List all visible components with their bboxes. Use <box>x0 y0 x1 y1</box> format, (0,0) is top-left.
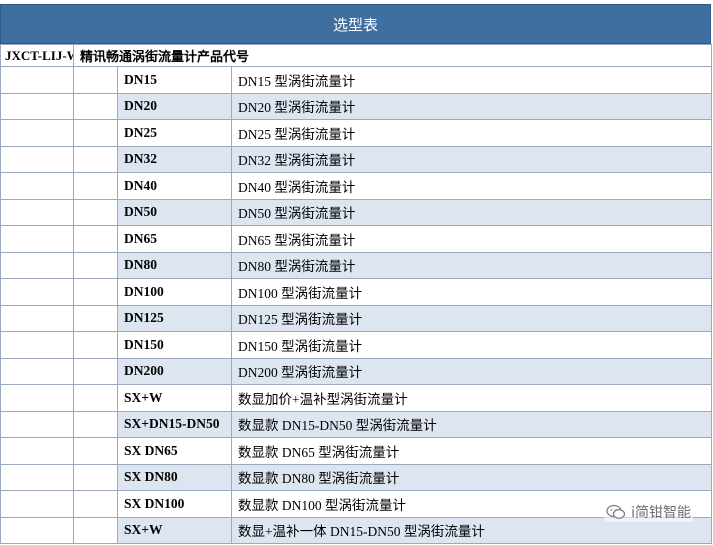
product-desc-cell: 数显加价+温补型涡街流量计 <box>231 384 712 412</box>
blank-cell <box>0 251 74 279</box>
blank-cell <box>73 490 118 518</box>
blank-cell <box>0 119 74 147</box>
product-code-cell: DN65 <box>117 225 232 253</box>
table-row: DN125 DN125 型涡街流量计 <box>0 304 712 332</box>
product-desc-cell: DN25 型涡街流量计 <box>231 119 712 147</box>
blank-cell <box>0 384 74 412</box>
product-code-cell: DN125 <box>117 304 232 332</box>
blank-cell <box>73 278 118 306</box>
product-code-cell: DN80 <box>117 251 232 279</box>
product-desc-cell: DN32 型涡街流量计 <box>231 145 712 173</box>
table-row: DN65 DN65 型涡街流量计 <box>0 225 712 253</box>
blank-cell <box>0 516 74 544</box>
product-desc-cell: 数显款 DN15-DN50 型涡街流量计 <box>231 410 712 438</box>
blank-cell <box>73 437 118 465</box>
product-desc-cell: DN40 型涡街流量计 <box>231 172 712 200</box>
blank-cell <box>0 66 74 94</box>
table-row: SX DN80 数显款 DN80 型涡街流量计 <box>0 463 712 491</box>
wechat-icon <box>606 504 626 519</box>
table-row: DN25 DN25 型涡街流量计 <box>0 119 712 147</box>
table-row: DN40 DN40 型涡街流量计 <box>0 172 712 200</box>
selection-table: JXCT-LIJ-WJ 精讯畅通涡街流量计产品代号 DN15DN15 型涡街流量… <box>0 44 712 544</box>
blank-cell <box>0 304 74 332</box>
blank-cell <box>73 516 118 544</box>
table-row: DN80 DN80 型涡街流量计 <box>0 251 712 279</box>
product-desc-cell: DN15 型涡街流量计 <box>231 66 712 94</box>
table-row: SX DN65 数显款 DN65 型涡街流量计 <box>0 437 712 465</box>
table-row: DN200 DN200 型涡街流量计 <box>0 357 712 385</box>
product-code-cell: DN32 <box>117 145 232 173</box>
blank-cell <box>0 172 74 200</box>
blank-cell <box>73 198 118 226</box>
product-code-cell: DN50 <box>117 198 232 226</box>
product-code-cell: DN100 <box>117 278 232 306</box>
table-row: DN20 DN20 型涡街流量计 <box>0 92 712 120</box>
product-code-cell: SX+W <box>117 384 232 412</box>
product-desc-cell: DN200 型涡街流量计 <box>231 357 712 385</box>
blank-cell <box>0 490 74 518</box>
product-code-cell: SX+DN15-DN50 <box>117 410 232 438</box>
product-desc-cell: DN65 型涡街流量计 <box>231 225 712 253</box>
blank-cell <box>0 463 74 491</box>
product-code-cell: DN200 <box>117 357 232 385</box>
blank-cell <box>73 331 118 359</box>
product-code-cell: SX DN65 <box>117 437 232 465</box>
product-desc-cell: 数显款 DN65 型涡街流量计 <box>231 437 712 465</box>
table-row: DN32 DN32 型涡街流量计 <box>0 145 712 173</box>
blank-cell <box>73 225 118 253</box>
blank-cell <box>0 198 74 226</box>
product-code-cell: DN20 <box>117 92 232 120</box>
blank-cell <box>73 384 118 412</box>
product-code-cell: DN15 <box>117 66 232 94</box>
product-code-cell: DN150 <box>117 331 232 359</box>
product-code-cell: SX+W <box>117 516 232 544</box>
blank-cell <box>0 410 74 438</box>
table-row: SX+W 数显加价+温补型涡街流量计 <box>0 384 712 412</box>
blank-cell <box>73 92 118 120</box>
product-desc-cell: DN80 型涡街流量计 <box>231 251 712 279</box>
blank-cell <box>73 172 118 200</box>
table-row: DN15 DN15 型涡街流量计 <box>0 66 712 94</box>
blank-cell <box>0 331 74 359</box>
blank-cell <box>73 66 118 94</box>
product-desc-cell: DN50 型涡街流量计 <box>231 198 712 226</box>
blank-cell <box>73 410 118 438</box>
product-code-cell: DN40 <box>117 172 232 200</box>
product-desc-cell: 数显款 DN80 型涡街流量计 <box>231 463 712 491</box>
selection-table-page: 选型表 JXCT-LIJ-WJ 精讯畅通涡街流量计产品代号 DN15DN15 型… <box>0 0 713 545</box>
blank-cell <box>73 119 118 147</box>
blank-cell <box>73 357 118 385</box>
blank-cell <box>0 278 74 306</box>
code-title-cell: 精讯畅通涡街流量计产品代号 <box>73 44 712 67</box>
product-desc-cell: DN150 型涡街流量计 <box>231 331 712 359</box>
blank-cell <box>73 145 118 173</box>
blank-cell <box>73 463 118 491</box>
blank-cell <box>0 225 74 253</box>
blank-cell <box>73 251 118 279</box>
blank-cell <box>0 437 74 465</box>
blank-cell <box>0 92 74 120</box>
table-header-row: JXCT-LIJ-WJ 精讯畅通涡街流量计产品代号 <box>0 44 712 67</box>
watermark-text: i简钳智能 <box>631 505 691 521</box>
table-row: DN50 DN50 型涡街流量计 <box>0 198 712 226</box>
watermark: i简钳智能 <box>604 502 693 522</box>
product-desc-cell: DN20 型涡街流量计 <box>231 92 712 120</box>
model-prefix-cell: JXCT-LIJ-WJ <box>0 44 74 67</box>
blank-cell <box>0 145 74 173</box>
blank-cell <box>0 357 74 385</box>
product-code-cell: DN25 <box>117 119 232 147</box>
table-row: SX+DN15-DN50 数显款 DN15-DN50 型涡街流量计 <box>0 410 712 438</box>
product-desc-cell: DN100 型涡街流量计 <box>231 278 712 306</box>
table-row: DN100 DN100 型涡街流量计 <box>0 278 712 306</box>
table-title: 选型表 <box>0 4 711 44</box>
product-desc-cell: DN125 型涡街流量计 <box>231 304 712 332</box>
blank-cell <box>73 304 118 332</box>
table-row: DN150 DN150 型涡街流量计 <box>0 331 712 359</box>
product-code-cell: SX DN80 <box>117 463 232 491</box>
product-code-cell: SX DN100 <box>117 490 232 518</box>
